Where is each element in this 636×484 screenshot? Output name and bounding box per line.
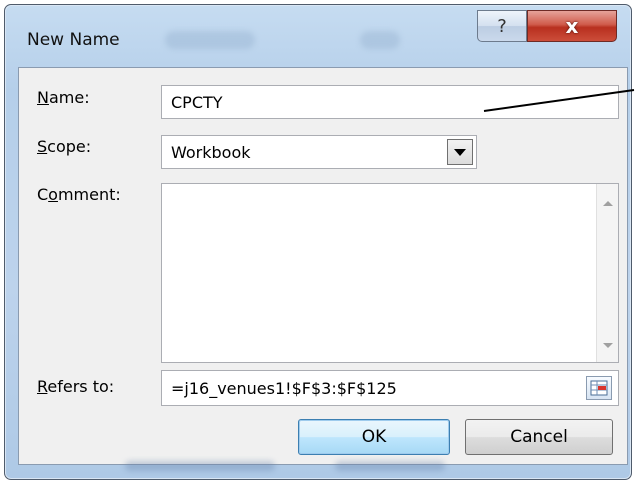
callout-pointer — [483, 89, 635, 112]
background-blur — [165, 31, 255, 49]
name-label: Name: — [37, 88, 90, 107]
close-icon: x — [565, 14, 579, 38]
close-button[interactable]: x — [527, 10, 617, 42]
ok-button-label: OK — [361, 427, 387, 447]
background-blur — [125, 461, 275, 471]
dialog-title: New Name — [27, 30, 120, 50]
comment-textarea[interactable] — [161, 183, 619, 363]
refers-to-input[interactable]: =j16_venues1!$F$3:$F$125 — [161, 370, 619, 406]
refers-to-value: =j16_venues1!$F$3:$F$125 — [171, 378, 397, 398]
comment-label: Comment: — [37, 185, 121, 204]
scope-label: Scope: — [37, 137, 92, 156]
background-blur — [360, 31, 400, 49]
dropdown-button[interactable] — [447, 139, 473, 165]
chevron-down-icon — [454, 148, 466, 156]
dialog-body: Name: CPCTY Scope: Workbook Comment: Ref… — [18, 67, 628, 465]
help-button[interactable]: ? — [477, 10, 527, 42]
range-picker-button[interactable] — [586, 376, 612, 400]
comment-scrollbar[interactable] — [596, 184, 618, 362]
refers-to-label: Refers to: — [37, 377, 115, 396]
scroll-down-icon[interactable] — [603, 343, 613, 348]
name-value: CPCTY — [171, 92, 223, 112]
ok-button[interactable]: OK — [298, 419, 450, 455]
scroll-up-icon[interactable] — [603, 201, 613, 206]
background-blur — [335, 461, 445, 471]
scope-value: Workbook — [171, 142, 251, 162]
scope-select[interactable]: Workbook — [161, 135, 477, 169]
range-select-icon — [590, 380, 608, 396]
help-icon: ? — [497, 15, 507, 37]
cancel-button-label: Cancel — [510, 427, 568, 447]
cancel-button[interactable]: Cancel — [465, 419, 613, 455]
dialog-window: New Name ? x Name: CPCTY Scope: Workbook… — [4, 4, 632, 480]
